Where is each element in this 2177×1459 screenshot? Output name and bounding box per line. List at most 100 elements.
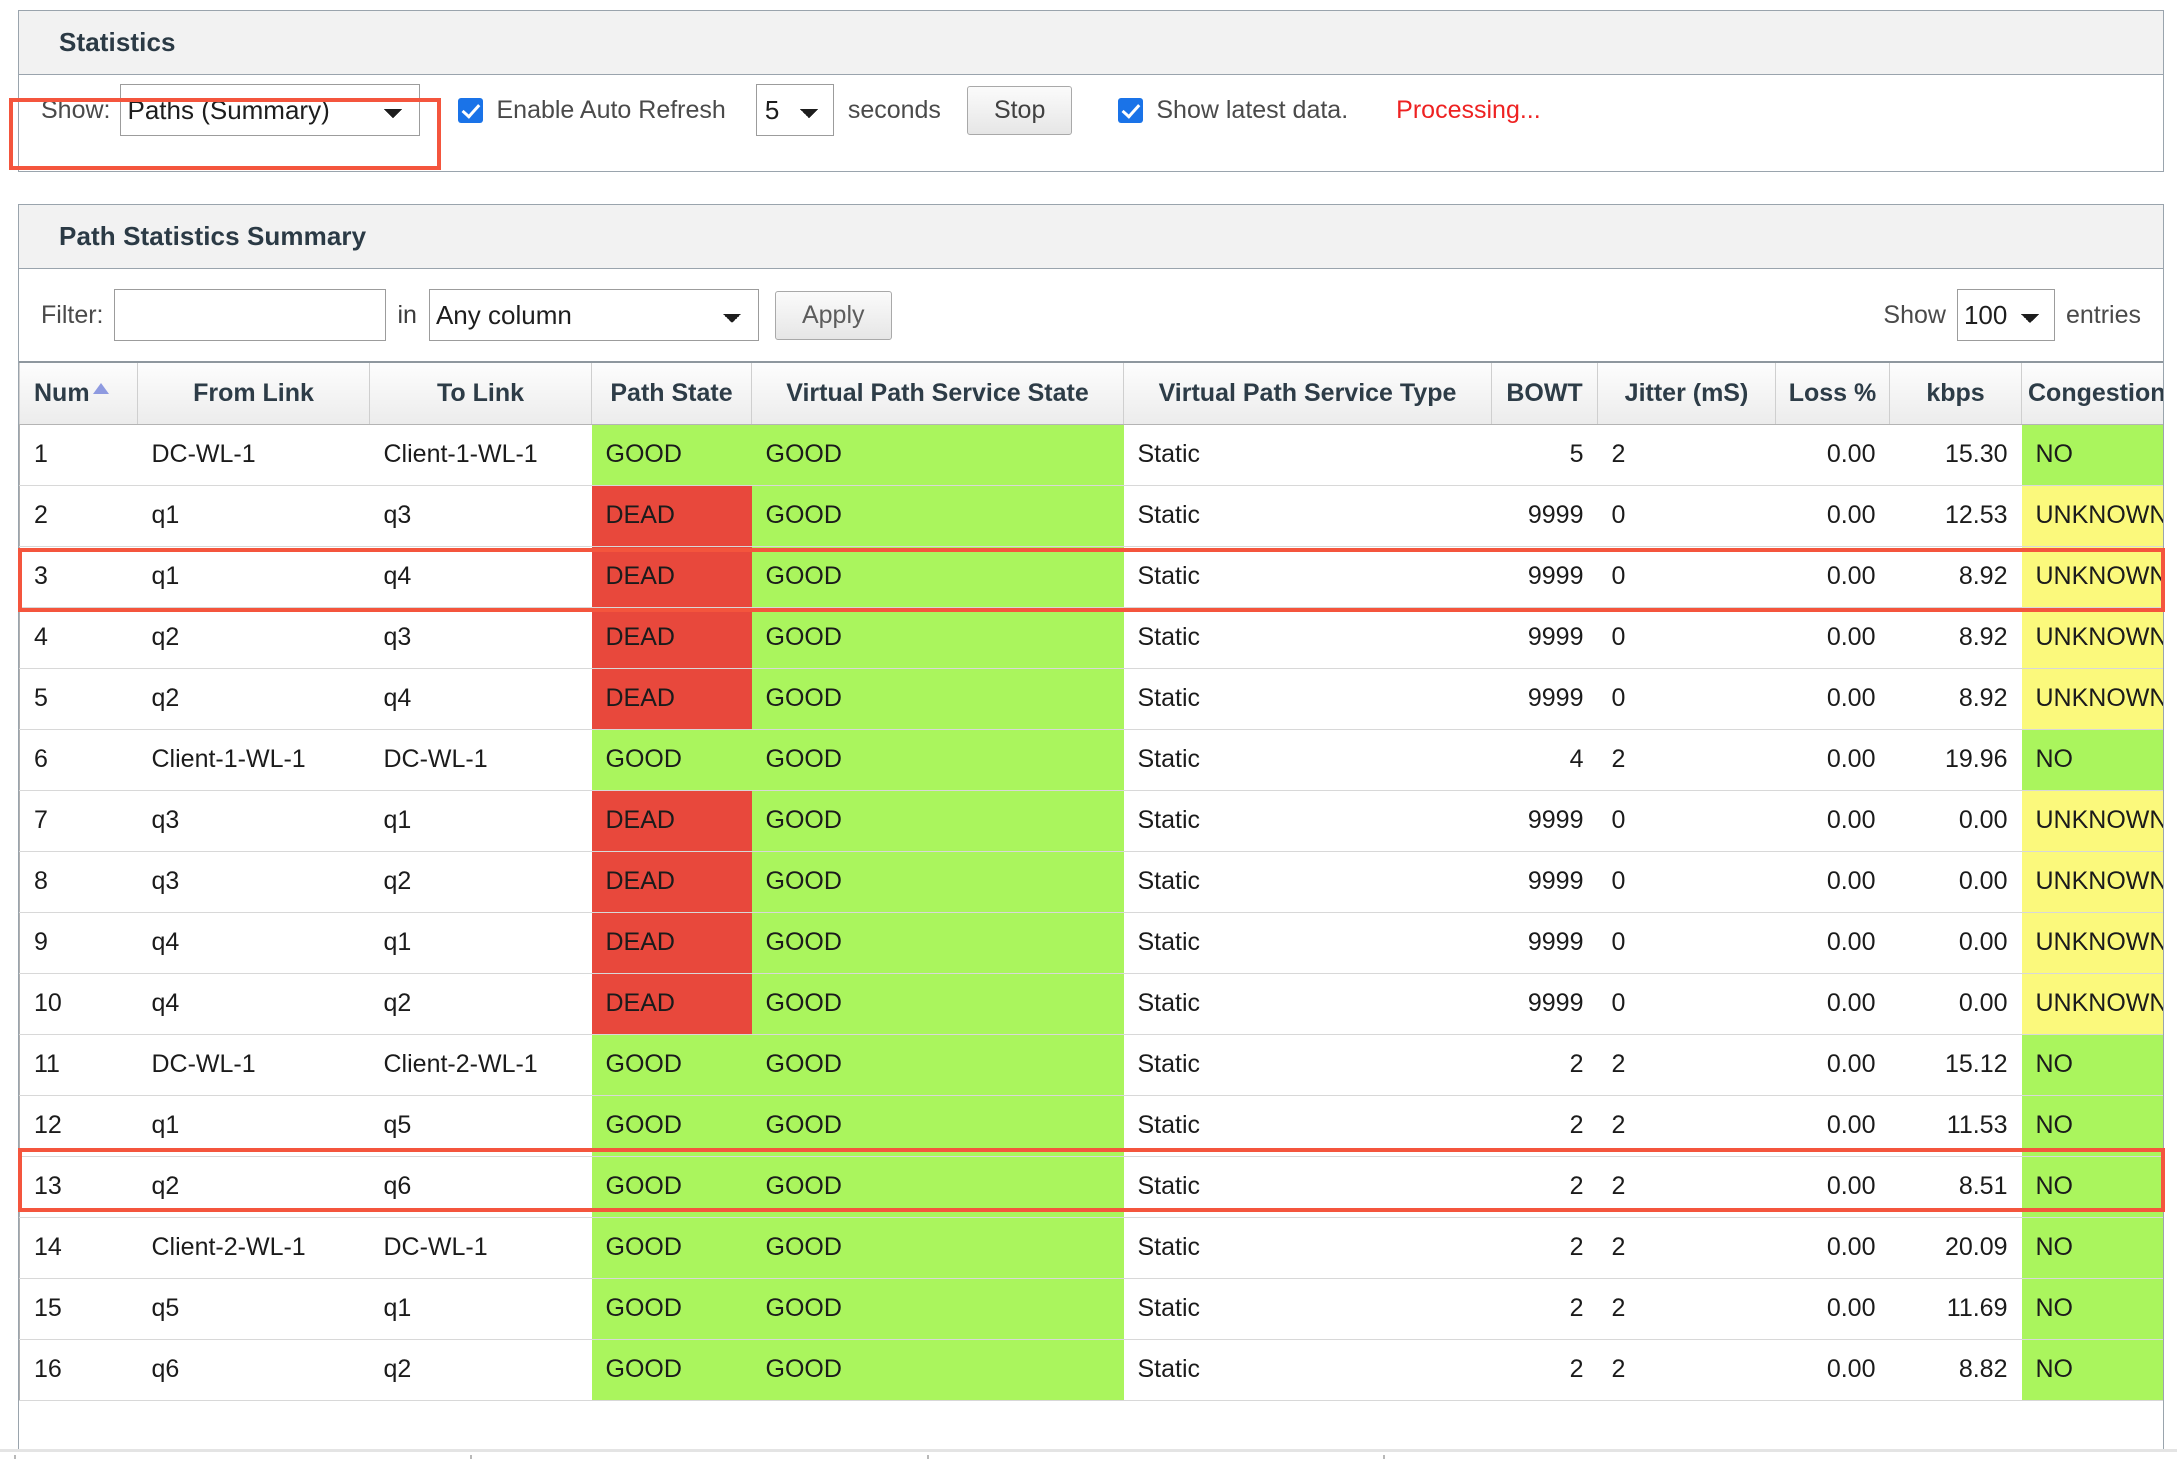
table-row[interactable]: 4 q2 q3 DEAD GOOD Static 9999 0 0.00 8.92 UNKNOWN: [19, 607, 2163, 669]
cell-bowt: 9999: [1491, 668, 1598, 730]
table-row[interactable]: 12 q1 q5 GOOD GOOD Static 2 2 0.00 11.53 NO: [19, 1095, 2163, 1157]
col-header-kbps[interactable]: kbps: [1889, 361, 2022, 425]
table-row[interactable]: 9 q4 q1 DEAD GOOD Static 9999 0 0.00 0.00 UNKNOWN: [19, 912, 2163, 974]
entries-word-label: entries: [2065, 300, 2141, 329]
table-row[interactable]: 10 q4 q2 DEAD GOOD Static 9999 0 0.00 0.00 UNKNOWN: [19, 973, 2163, 1035]
statistics-panel-title: Statistics: [19, 11, 2163, 75]
cell-num: 7: [19, 790, 138, 852]
entries-per-page-select[interactable]: 100: [1956, 289, 2055, 341]
show-select[interactable]: Paths (Summary): [120, 84, 421, 136]
cell-jitter: 0: [1597, 790, 1776, 852]
cell-num: 3: [19, 546, 138, 608]
cell-jitter: 0: [1597, 546, 1776, 608]
col-header-from-link[interactable]: From Link: [137, 361, 370, 425]
cell-congestion: UNKNOWN: [2021, 912, 2163, 974]
cell-from-link: q6: [137, 1339, 370, 1401]
show-entries-label: Show: [1883, 300, 1946, 329]
cell-vp-service-type: Static: [1123, 485, 1492, 547]
col-header-congestion[interactable]: Congestion: [2021, 361, 2163, 425]
cell-path-state: DEAD: [591, 546, 752, 608]
filter-column-select[interactable]: Any column: [428, 289, 759, 341]
cell-bowt: 2: [1491, 1278, 1598, 1340]
cell-congestion: NO: [2021, 1278, 2163, 1340]
cell-vp-service-type: Static: [1123, 1034, 1492, 1096]
cell-vp-service-state: GOOD: [751, 607, 1124, 669]
col-header-virtual-path-service-type[interactable]: Virtual Path Service Type: [1123, 361, 1492, 425]
cell-to-link: q4: [369, 546, 592, 608]
cell-bowt: 4: [1491, 729, 1598, 791]
cell-vp-service-type: Static: [1123, 851, 1492, 913]
cell-jitter: 2: [1597, 729, 1776, 791]
col-header-num[interactable]: Num: [19, 361, 138, 425]
cell-path-state: DEAD: [591, 485, 752, 547]
col-header-loss[interactable]: Loss %: [1775, 361, 1890, 425]
cell-to-link: q4: [369, 668, 592, 730]
bottom-tick: [14, 1455, 16, 1459]
cell-vp-service-type: Static: [1123, 1339, 1492, 1401]
table-row[interactable]: 14 Client-2-WL-1 DC-WL-1 GOOD GOOD Static 2 2 0.…: [19, 1217, 2163, 1279]
col-header-jitter[interactable]: Jitter (mS): [1597, 361, 1776, 425]
show-label: Show:: [41, 95, 111, 124]
cell-vp-service-state: GOOD: [751, 1156, 1124, 1218]
cell-vp-service-state: GOOD: [751, 1339, 1124, 1401]
table-row[interactable]: 15 q5 q1 GOOD GOOD Static 2 2 0.00 11.69 NO: [19, 1278, 2163, 1340]
cell-to-link: Client-1-WL-1: [369, 424, 592, 486]
cell-congestion: NO: [2021, 1156, 2163, 1218]
col-header-bowt[interactable]: BOWT: [1491, 361, 1598, 425]
col-header-virtual-path-service-state[interactable]: Virtual Path Service State: [751, 361, 1124, 425]
cell-num: 13: [19, 1156, 138, 1218]
cell-from-link: q4: [137, 973, 370, 1035]
cell-from-link: q5: [137, 1278, 370, 1340]
apply-filter-button[interactable]: Apply: [774, 290, 892, 340]
refresh-seconds-select[interactable]: 5: [755, 84, 834, 136]
cell-path-state: GOOD: [591, 1339, 752, 1401]
table-row[interactable]: 3 q1 q4 DEAD GOOD Static 9999 0 0.00 8.92 UNKNOWN: [19, 546, 2163, 608]
cell-from-link: q3: [137, 851, 370, 913]
cell-to-link: DC-WL-1: [369, 1217, 592, 1279]
cell-vp-service-state: GOOD: [751, 1095, 1124, 1157]
table-row[interactable]: 8 q3 q2 DEAD GOOD Static 9999 0 0.00 0.00 UNKNOWN: [19, 851, 2163, 913]
table-row[interactable]: 1 DC-WL-1 Client-1-WL-1 GOOD GOOD Static 5 2 0.0…: [19, 424, 2163, 486]
table-row[interactable]: 5 q2 q4 DEAD GOOD Static 9999 0 0.00 8.92 UNKNOWN: [19, 668, 2163, 730]
cell-from-link: q4: [137, 912, 370, 974]
cell-to-link: q1: [369, 1278, 592, 1340]
enable-auto-refresh-checkbox[interactable]: [458, 97, 484, 123]
cell-path-state: GOOD: [591, 1034, 752, 1096]
filter-label: Filter:: [41, 300, 104, 329]
cell-path-state: GOOD: [591, 729, 752, 791]
cell-from-link: DC-WL-1: [137, 1034, 370, 1096]
table-row[interactable]: 11 DC-WL-1 Client-2-WL-1 GOOD GOOD Static 2 2 0.…: [19, 1034, 2163, 1096]
cell-path-state: GOOD: [591, 1095, 752, 1157]
show-latest-data-checkbox[interactable]: [1118, 97, 1144, 123]
col-header-to-link[interactable]: To Link: [369, 361, 592, 425]
bottom-tick: [1383, 1455, 1385, 1459]
cell-num: 8: [19, 851, 138, 913]
table-row[interactable]: 16 q6 q2 GOOD GOOD Static 2 2 0.00 8.82 NO: [19, 1339, 2163, 1401]
cell-to-link: q3: [369, 607, 592, 669]
cell-num: 4: [19, 607, 138, 669]
cell-vp-service-type: Static: [1123, 1156, 1492, 1218]
cell-to-link: Client-2-WL-1: [369, 1034, 592, 1096]
cell-vp-service-type: Static: [1123, 790, 1492, 852]
bottom-tick: [927, 1455, 929, 1459]
table-row[interactable]: 7 q3 q1 DEAD GOOD Static 9999 0 0.00 0.00 UNKNOWN: [19, 790, 2163, 852]
stop-button[interactable]: Stop: [966, 85, 1073, 135]
col-header-path-state[interactable]: Path State: [591, 361, 752, 425]
cell-loss: 0.00: [1775, 1217, 1890, 1279]
cell-congestion: UNKNOWN: [2021, 973, 2163, 1035]
table-scroll-viewport[interactable]: Num From Link To Link Path State Virtual…: [19, 361, 2163, 1421]
seconds-label: seconds: [847, 95, 941, 124]
cell-bowt: 2: [1491, 1217, 1598, 1279]
cell-vp-service-type: Static: [1123, 668, 1492, 730]
cell-from-link: q2: [137, 668, 370, 730]
cell-vp-service-state: GOOD: [751, 546, 1124, 608]
table-row[interactable]: 13 q2 q6 GOOD GOOD Static 2 2 0.00 8.51 NO: [19, 1156, 2163, 1218]
entries-control: Show 100 entries: [1883, 289, 2141, 341]
cell-jitter: 0: [1597, 912, 1776, 974]
cell-kbps: 11.69: [1889, 1278, 2022, 1340]
cell-num: 6: [19, 729, 138, 791]
table-row[interactable]: 2 q1 q3 DEAD GOOD Static 9999 0 0.00 12.53 UNKNOWN: [19, 485, 2163, 547]
cell-bowt: 2: [1491, 1095, 1598, 1157]
table-row[interactable]: 6 Client-1-WL-1 DC-WL-1 GOOD GOOD Static 4 2 0.0…: [19, 729, 2163, 791]
filter-input[interactable]: [113, 289, 386, 341]
